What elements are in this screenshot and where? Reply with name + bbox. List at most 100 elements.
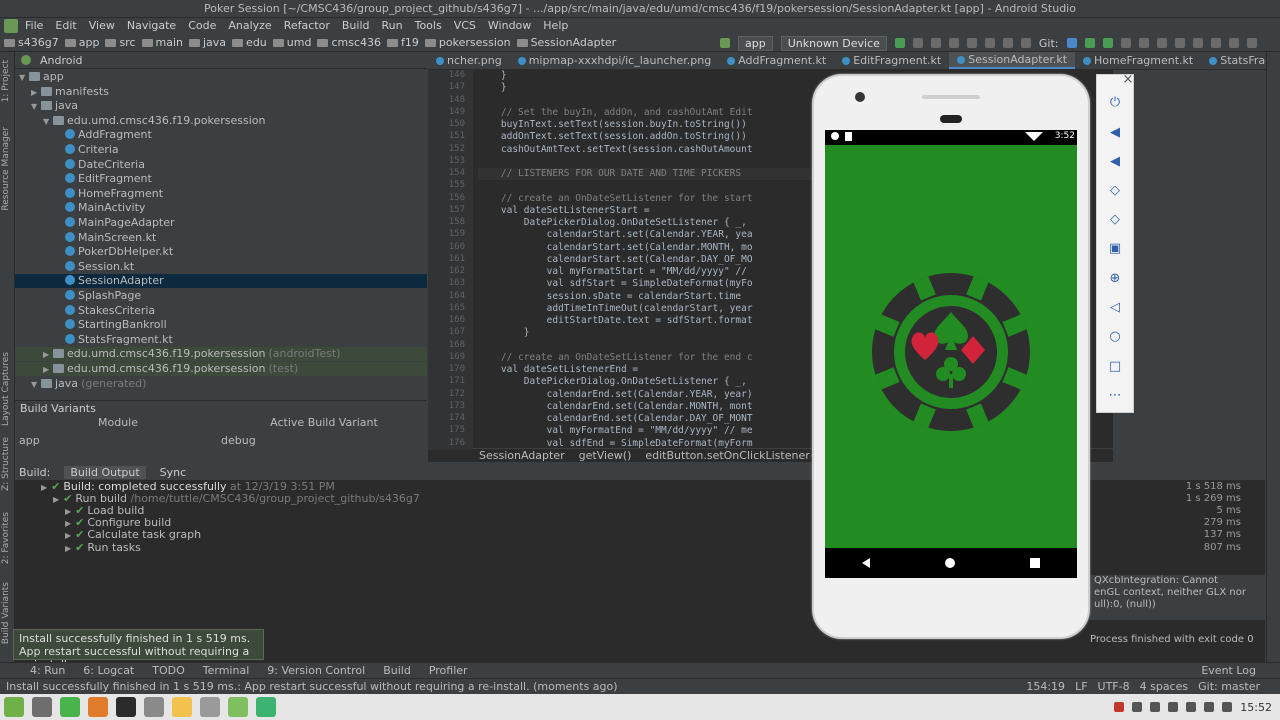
shield-icon[interactable]: [1132, 702, 1143, 712]
tree-item[interactable]: MainPageAdapter: [15, 216, 427, 230]
volume-down-icon[interactable]: ◀: [1107, 154, 1123, 170]
hammer-icon[interactable]: [720, 38, 730, 48]
history-icon[interactable]: [1120, 38, 1131, 48]
tree-item[interactable]: StatsFragment.kt: [15, 333, 427, 347]
tree-item[interactable]: SessionAdapter: [15, 274, 427, 289]
chevron-right-icon[interactable]: ▶: [53, 495, 59, 504]
record-icon[interactable]: [1114, 702, 1125, 712]
file-encoding[interactable]: UTF-8: [1098, 680, 1130, 693]
close-icon[interactable]: ×: [1120, 72, 1136, 88]
revert-icon[interactable]: [1138, 38, 1149, 48]
install-toast[interactable]: Install successfully finished in 1 s 519…: [13, 629, 264, 671]
tree-item[interactable]: EditFragment: [15, 172, 427, 186]
tree-item[interactable]: StakesCriteria: [15, 304, 427, 318]
tree-item[interactable]: HomeFragment: [15, 187, 427, 201]
breadcrumb-method[interactable]: getView(): [579, 449, 632, 462]
tab-favorites[interactable]: 2: Favorites: [1, 512, 11, 564]
breadcrumb-item[interactable]: umd: [272, 36, 311, 49]
editor-tab[interactable]: SessionAdapter.kt: [949, 52, 1076, 69]
avd-manager-icon[interactable]: [984, 38, 995, 48]
firefox-icon[interactable]: [88, 697, 108, 717]
back-icon[interactable]: [862, 558, 871, 568]
breadcrumb-class[interactable]: SessionAdapter: [479, 449, 565, 462]
bottom-tab[interactable]: Event Log: [1201, 664, 1256, 677]
text-editor-icon[interactable]: [172, 697, 192, 717]
bottom-tab[interactable]: 4: Run: [30, 664, 65, 677]
project-structure-icon[interactable]: [1156, 38, 1167, 48]
android-studio-taskbar-icon[interactable]: [228, 697, 248, 717]
layout-icon[interactable]: [1246, 38, 1257, 48]
layout-inspector-icon[interactable]: [1174, 38, 1185, 48]
tree-item[interactable]: PokerDbHelper.kt: [15, 245, 427, 259]
caret-position[interactable]: 154:19: [1026, 680, 1065, 693]
bluetooth-icon[interactable]: [1150, 702, 1161, 712]
tree-item[interactable]: DateCriteria: [15, 158, 427, 172]
bottom-tab[interactable]: Terminal: [203, 664, 250, 677]
network-icon[interactable]: [1168, 702, 1179, 712]
run-config-select[interactable]: app: [738, 35, 773, 51]
bottom-tab[interactable]: 9: Version Control: [267, 664, 365, 677]
project-view-select[interactable]: Android: [40, 54, 83, 67]
device-select[interactable]: Unknown Device: [780, 35, 887, 51]
volume-up-icon[interactable]: ◀: [1107, 125, 1123, 141]
tree-item[interactable]: SplashPage: [15, 289, 427, 303]
editor-tab[interactable]: AddFragment.kt: [719, 52, 834, 69]
device-manager-icon[interactable]: [1192, 38, 1203, 48]
line-separator[interactable]: LF: [1075, 680, 1087, 693]
emulator-screen[interactable]: 3:52: [825, 130, 1077, 578]
menu-item-code[interactable]: Code: [183, 18, 221, 34]
tab-structure[interactable]: Z: Structure: [1, 437, 11, 491]
camera-icon[interactable]: ▣: [1107, 241, 1123, 257]
status-message[interactable]: Install successfully finished in 1 s 519…: [6, 680, 618, 693]
tree-item[interactable]: ▼ java: [15, 99, 427, 113]
tree-item[interactable]: ▼ edu.umd.cmsc436.f19.pokersession: [15, 114, 427, 128]
editor-tab[interactable]: ncher.png: [428, 52, 510, 69]
menu-item-window[interactable]: Window: [483, 18, 536, 34]
menu-item-vcs[interactable]: VCS: [449, 18, 481, 34]
build-variant-select[interactable]: debug: [221, 434, 427, 447]
breadcrumb-item[interactable]: src: [105, 36, 136, 49]
indent-setting[interactable]: 4 spaces: [1140, 680, 1189, 693]
tab-layout-captures[interactable]: Layout Captures: [1, 352, 11, 426]
git-commit-icon[interactable]: [1084, 38, 1095, 48]
wifi-icon[interactable]: [1222, 702, 1233, 712]
recents-icon[interactable]: [1029, 558, 1040, 568]
search-icon[interactable]: [1228, 38, 1239, 48]
chevron-right-icon[interactable]: ▶: [65, 544, 71, 553]
bottom-tab[interactable]: TODO: [152, 664, 185, 677]
tree-item[interactable]: MainActivity: [15, 201, 427, 215]
menu-item-help[interactable]: Help: [538, 18, 573, 34]
git-update-icon[interactable]: [1066, 38, 1077, 48]
menu-item-tools[interactable]: Tools: [410, 18, 447, 34]
breadcrumb-item[interactable]: edu: [232, 36, 267, 49]
zoom-icon[interactable]: ⊕: [1107, 271, 1123, 287]
breadcrumb-item[interactable]: cmsc436: [317, 36, 381, 49]
tree-item[interactable]: ▶ manifests: [15, 85, 427, 99]
tree-item[interactable]: ▶ edu.umd.cmsc436.f19.pokersession (androi…: [15, 347, 427, 362]
stop-icon[interactable]: [1020, 38, 1031, 48]
menu-item-refactor[interactable]: Refactor: [279, 18, 335, 34]
tab-build-output[interactable]: Build Output: [64, 465, 146, 479]
menu-item-navigate[interactable]: Navigate: [122, 18, 181, 34]
battery-icon[interactable]: [1204, 702, 1215, 712]
show-desktop-icon[interactable]: [32, 697, 52, 717]
overview-control-icon[interactable]: □: [1107, 359, 1123, 375]
mint-menu-icon[interactable]: [4, 697, 24, 717]
sync-icon[interactable]: [966, 38, 977, 48]
editor-tab[interactable]: HomeFragment.kt: [1075, 52, 1201, 69]
files-icon[interactable]: [200, 697, 220, 717]
sdk-manager-icon[interactable]: [1002, 38, 1013, 48]
menu-item-run[interactable]: Run: [377, 18, 408, 34]
editor-tab[interactable]: mipmap-xxxhdpi/ic_launcher.png: [510, 52, 719, 69]
breadcrumb-item[interactable]: main: [141, 36, 183, 49]
tree-item[interactable]: ▶ edu.umd.cmsc436.f19.pokersession (test): [15, 362, 427, 376]
rotate-left-icon[interactable]: ◇: [1107, 183, 1123, 199]
breadcrumb-item[interactable]: java: [188, 36, 226, 49]
bottom-tab[interactable]: Profiler: [429, 664, 468, 677]
menu-item-build[interactable]: Build: [337, 18, 375, 34]
monitor-icon[interactable]: [1210, 38, 1221, 48]
breadcrumb-item[interactable]: SessionAdapter: [516, 36, 616, 49]
volume-icon[interactable]: [1186, 702, 1197, 712]
build-variant-row[interactable]: app debug: [15, 432, 427, 448]
profile-icon[interactable]: [948, 38, 959, 48]
